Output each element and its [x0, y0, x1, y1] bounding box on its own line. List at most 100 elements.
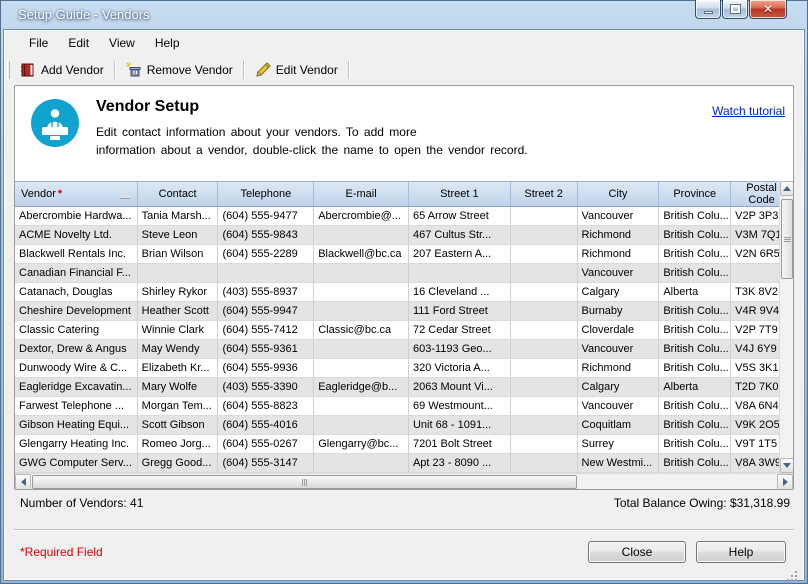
scroll-up-button[interactable]: [780, 181, 794, 196]
column-header-e-mail[interactable]: E-mail: [314, 182, 409, 206]
table-row[interactable]: Eagleridge Excavatin...Mary Wolfe(403) 5…: [15, 378, 793, 397]
scroll-down-button[interactable]: [780, 458, 794, 473]
table-row[interactable]: Glengarry Heating Inc.Romeo Jorg...(604)…: [15, 435, 793, 454]
table-cell: 207 Eastern A...: [409, 245, 511, 264]
column-header-contact[interactable]: Contact: [138, 182, 219, 206]
toolbar-separator: [114, 61, 116, 79]
remove-vendor-button[interactable]: Remove Vendor: [120, 59, 239, 81]
required-asterisk: *: [58, 188, 62, 200]
scroll-left-button[interactable]: [15, 474, 31, 490]
column-header-city[interactable]: City: [578, 182, 660, 206]
table-cell: Apt 23 - 8090 ...: [409, 454, 511, 473]
table-cell: Elizabeth Kr...: [138, 359, 219, 378]
edit-pencil-icon: [255, 62, 271, 78]
column-header-street-2[interactable]: Street 2: [511, 182, 578, 206]
thumb-grip: [784, 237, 791, 238]
column-label: City: [608, 188, 627, 200]
table-cell: [218, 264, 314, 283]
table-cell: [511, 454, 578, 473]
table-cell: [138, 264, 219, 283]
vertical-scrollbar[interactable]: [779, 181, 793, 473]
table-cell: [511, 321, 578, 340]
maximize-button[interactable]: [722, 0, 748, 19]
table-cell: [511, 359, 578, 378]
vendor-setup-person-icon: [31, 99, 79, 147]
arrow-right-icon: [783, 478, 788, 486]
table-row[interactable]: Cheshire DevelopmentHeather Scott(604) 5…: [15, 302, 793, 321]
column-header-telephone[interactable]: Telephone: [218, 182, 314, 206]
horizontal-scroll-thumb[interactable]: [32, 475, 577, 489]
table-cell: 320 Victoria A...: [409, 359, 511, 378]
table-row[interactable]: Canadian Financial F...VancouverBritish …: [15, 264, 793, 283]
close-window-button[interactable]: ✕: [749, 0, 787, 19]
table-row[interactable]: Abercrombie Hardwa...Tania Marsh...(604)…: [15, 207, 793, 226]
table-cell: [314, 454, 409, 473]
table-cell: 603-1193 Geo...: [409, 340, 511, 359]
table-cell: Richmond: [578, 226, 660, 245]
table-row[interactable]: Blackwell Rentals Inc.Brian Wilson(604) …: [15, 245, 793, 264]
table-row[interactable]: Gibson Heating Equi...Scott Gibson(604) …: [15, 416, 793, 435]
close-button[interactable]: Close: [588, 541, 686, 563]
help-button[interactable]: Help: [696, 541, 786, 563]
setup-guide-window: Setup Guide - Vendors ✕ File Edit View H…: [0, 0, 808, 584]
menu-view[interactable]: View: [100, 33, 144, 53]
table-row[interactable]: ACME Novelty Ltd.Steve Leon(604) 555-984…: [15, 226, 793, 245]
watch-tutorial-link[interactable]: Watch tutorial: [712, 104, 785, 118]
sort-ascending-icon: [120, 191, 130, 198]
horizontal-scrollbar[interactable]: [15, 473, 793, 489]
table-cell: Brian Wilson: [138, 245, 219, 264]
menu-file[interactable]: File: [20, 33, 57, 53]
minimize-button[interactable]: [695, 0, 721, 19]
add-vendor-book-icon: [20, 62, 36, 78]
column-header-street-1[interactable]: Street 1: [409, 182, 511, 206]
table-cell: British Colu...: [659, 226, 731, 245]
table-cell: (604) 555-2289: [218, 245, 314, 264]
scroll-right-button[interactable]: [777, 474, 793, 490]
table-cell: Dextor, Drew & Angus: [15, 340, 138, 359]
table-cell: [511, 302, 578, 321]
add-vendor-button[interactable]: Add Vendor: [14, 59, 110, 81]
table-cell: [314, 302, 409, 321]
table-cell: 16 Cleveland ...: [409, 283, 511, 302]
table-cell: Coquitlam: [578, 416, 660, 435]
table-cell: Cloverdale: [578, 321, 660, 340]
table-cell: [314, 340, 409, 359]
table-row[interactable]: Catanach, DouglasShirley Rykor(403) 555-…: [15, 283, 793, 302]
column-label: Telephone: [240, 188, 291, 200]
table-cell: Dunwoody Wire & C...: [15, 359, 138, 378]
remove-vendor-icon: [126, 62, 142, 78]
table-header-row: Vendor* Contact Telephone E-mailStreet 1Str…: [15, 181, 793, 207]
column-label: Contact: [159, 188, 197, 200]
table-cell: Eagleridge Excavatin...: [15, 378, 138, 397]
menu-edit[interactable]: Edit: [59, 33, 98, 53]
table-cell: British Colu...: [659, 435, 731, 454]
table-cell: 69 Westmount...: [409, 397, 511, 416]
window-title: Setup Guide - Vendors: [18, 7, 150, 22]
toolbar-separator: [243, 61, 245, 79]
footer-divider: [14, 529, 794, 531]
thumb-grip: [302, 479, 303, 486]
table-cell: British Colu...: [659, 416, 731, 435]
resize-grip[interactable]: [795, 571, 797, 573]
table-cell: Alberta: [659, 283, 731, 302]
column-header-province[interactable]: Province: [659, 182, 731, 206]
table-cell: [511, 207, 578, 226]
table-row[interactable]: Dextor, Drew & AngusMay Wendy(604) 555-9…: [15, 340, 793, 359]
table-cell: (604) 555-8823: [218, 397, 314, 416]
table-cell: Gibson Heating Equi...: [15, 416, 138, 435]
vertical-scroll-thumb[interactable]: [781, 199, 793, 279]
table-row[interactable]: Classic CateringWinnie Clark(604) 555-74…: [15, 321, 793, 340]
table-cell: British Colu...: [659, 454, 731, 473]
table-cell: Classic Catering: [15, 321, 138, 340]
vendor-setup-panel: Vendor Setup Edit contact information ab…: [14, 85, 794, 490]
column-header-vendor[interactable]: Vendor*: [15, 182, 138, 206]
table-cell: (604) 555-7412: [218, 321, 314, 340]
table-row[interactable]: Farwest Telephone ...Morgan Tem...(604) …: [15, 397, 793, 416]
table-row[interactable]: GWG Computer Serv...Gregg Good...(604) 5…: [15, 454, 793, 473]
table-row[interactable]: Dunwoody Wire & C...Elizabeth Kr...(604)…: [15, 359, 793, 378]
title-bar[interactable]: Setup Guide - Vendors ✕: [0, 0, 808, 30]
table-cell: British Colu...: [659, 340, 731, 359]
menu-help[interactable]: Help: [146, 33, 189, 53]
table-cell: 72 Cedar Street: [409, 321, 511, 340]
edit-vendor-button[interactable]: Edit Vendor: [249, 59, 344, 81]
